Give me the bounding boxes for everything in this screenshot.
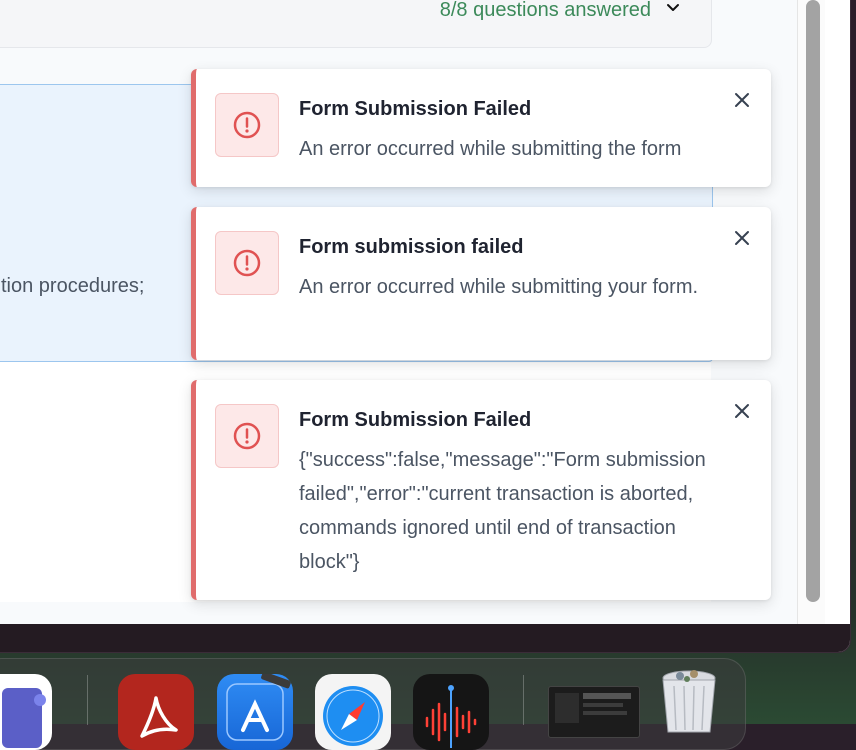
trash-icon[interactable]	[654, 666, 724, 736]
window-thumbnail[interactable]	[548, 686, 640, 738]
adobe-acrobat-icon[interactable]	[118, 674, 194, 750]
scrollbar-thumb[interactable]	[806, 0, 820, 602]
alert-circle-icon	[233, 249, 261, 277]
toast-title: Form Submission Failed	[299, 409, 532, 431]
window-frame-bottom	[0, 624, 850, 652]
progress-text: 8/8 questions answered	[439, 0, 651, 21]
error-toast: Form Submission Failed An error occurred…	[191, 69, 771, 187]
close-icon[interactable]	[731, 227, 753, 249]
close-icon[interactable]	[731, 400, 753, 422]
progress-summary[interactable]: 8/8 questions answered	[0, 0, 712, 48]
toast-message: An error occurred while submitting your …	[299, 276, 699, 298]
alert-circle-icon	[233, 111, 261, 139]
voice-memos-icon[interactable]	[413, 674, 489, 750]
toast-icon-container	[215, 231, 279, 295]
toast-icon-container	[215, 404, 279, 468]
xcode-icon[interactable]	[217, 674, 293, 750]
alert-circle-icon	[233, 422, 261, 450]
dock-separator	[87, 675, 88, 725]
safari-icon[interactable]	[315, 674, 391, 750]
chevron-down-icon[interactable]	[663, 0, 683, 17]
close-icon[interactable]	[731, 89, 753, 111]
toast-message: {"success":false,"message":"Form submiss…	[299, 449, 706, 573]
error-toast: Form submission failed An error occurred…	[191, 207, 771, 360]
toast-icon-container	[215, 93, 279, 157]
error-toast: Form Submission Failed {"success":false,…	[191, 380, 771, 600]
toast-title: Form submission failed	[299, 236, 524, 258]
page-content: 8/8 questions answered tion procedures; …	[0, 0, 825, 624]
microsoft-teams-icon[interactable]	[0, 674, 52, 750]
question-text: tion procedures;	[1, 275, 145, 297]
dock-separator	[523, 675, 524, 725]
browser-window: 8/8 questions answered tion procedures; …	[0, 0, 850, 652]
toast-message: An error occurred while submitting the f…	[299, 138, 682, 160]
toast-title: Form Submission Failed	[299, 98, 532, 120]
